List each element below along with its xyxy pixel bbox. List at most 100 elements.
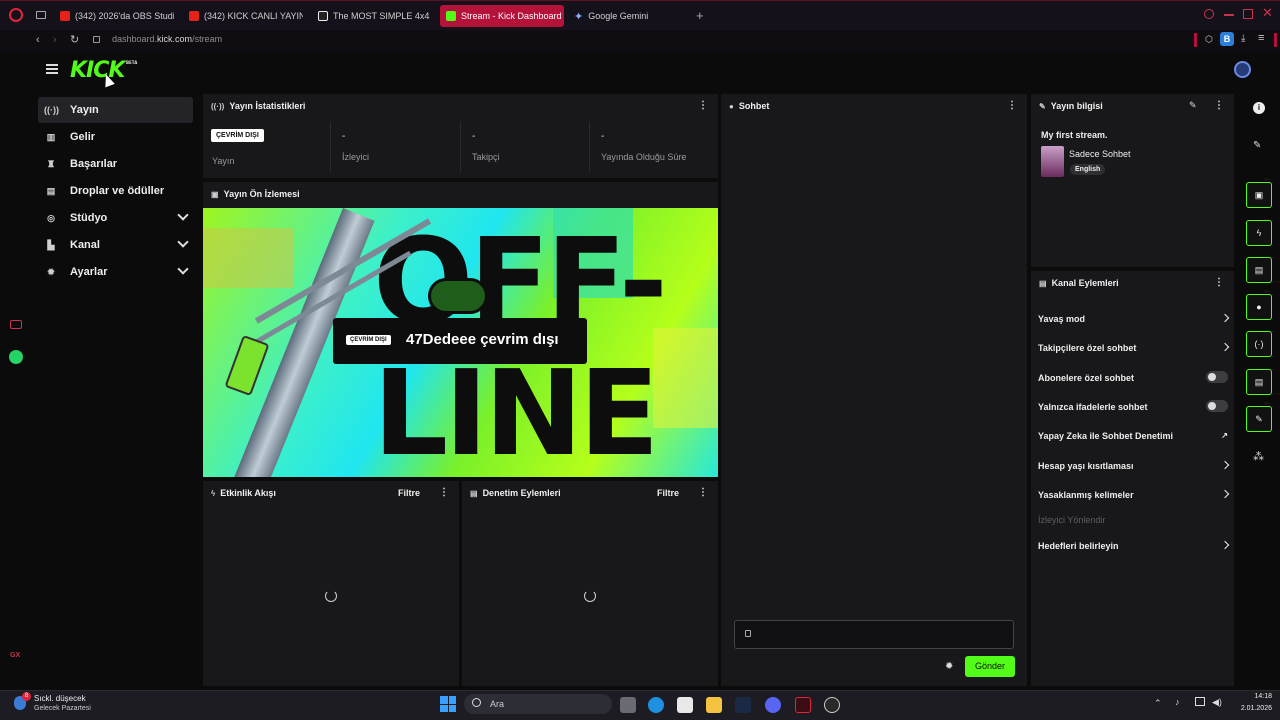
add-widget-icon[interactable]: ⁂ [1253,450,1264,463]
more-options-icon[interactable]: ⋮ [1214,101,1224,111]
activity-toggle-button[interactable]: ϟ [1246,220,1272,246]
sidebar-item-kanal[interactable]: ▙ Kanal [38,232,193,258]
user-avatar[interactable] [1234,61,1251,78]
task-view-icon[interactable] [620,697,636,713]
sidebar-item-yayin[interactable]: ((·)) Yayın [38,97,193,123]
back-icon[interactable]: ‹ [36,34,40,46]
send-button[interactable]: Gönder [965,656,1015,677]
stream-info-panel: ✎ Yayın bilgisi ✎ ⋮ My first stream. Sade… [1031,94,1234,267]
panel-title: Yayın bilgisi [1050,101,1103,111]
profile-avatar[interactable]: B [1220,32,1234,46]
offline-message: 47Dedeee çevrim dışı [406,331,559,348]
clock-date[interactable]: 2.01.2026 [1222,705,1272,712]
filter-button[interactable]: Filtre [398,488,420,498]
banned-words-item[interactable]: Yasaklanmış kelimeler [1038,489,1230,500]
extensions-icon[interactable]: ⬡ [1205,34,1213,45]
menu-icon[interactable]: ≡ [1258,32,1264,44]
offline-preview: OFF- LINE ÇEVRİM DIŞI 47Dedeee çevrim dı… [203,208,718,477]
taskbar-search[interactable]: Ara [464,694,612,714]
search-placeholder: Ara [490,699,505,709]
tab-tiktok[interactable]: The MOST SIMPLE 4x4 B [312,5,432,27]
goals-item[interactable]: Hedefleri belirleyin [1038,540,1230,551]
clock-time[interactable]: 14:18 [1232,693,1272,700]
subscribers-only-toggle[interactable] [1206,371,1228,383]
new-tab-icon[interactable]: + [696,8,704,23]
search-tabs-icon[interactable] [1204,9,1214,19]
stream-info-toggle-button[interactable]: ✎ [1246,406,1272,432]
stats-toggle-button[interactable]: (·) [1246,331,1272,357]
tab-google-gemini[interactable]: ✦ Google Gemini [568,5,688,27]
sidebar-item-basarilar[interactable]: ♜ Başarılar [38,151,193,177]
tray-chevron-icon[interactable]: ⌃ [1154,698,1162,709]
tab-kick-canli-yayin[interactable]: (342) KICK CANLI YAYIN [183,5,303,27]
sidebar-item-studyo[interactable]: ◎ Stüdyo [38,205,193,231]
address-bar: ‹ › ↻ dashboard.kick.com/stream ⬡ B ⤓ ≡ [0,30,1280,52]
file-explorer-icon[interactable] [706,697,722,713]
reload-icon[interactable]: ↻ [70,33,79,46]
chat-settings-icon[interactable]: ✹ [945,661,953,672]
edge-icon[interactable] [648,697,664,713]
obs-icon[interactable] [824,697,840,713]
twitch-icon[interactable] [10,320,22,329]
kick-logo[interactable]: KICK BETA [70,58,137,83]
gx-icon[interactable]: GX [10,652,20,659]
stream-category[interactable]: Sadece Sohbet [1069,149,1131,159]
more-options-icon[interactable]: ⋮ [698,488,708,498]
forward-icon[interactable]: › [53,34,57,46]
tab-obs-studio[interactable]: (342) 2026'da OBS Studio [54,5,174,27]
steam-icon[interactable] [735,697,751,713]
windows-start-icon[interactable] [440,696,456,712]
search-icon [472,698,481,707]
minimize-icon[interactable] [1224,14,1234,16]
opera-gx-icon[interactable] [795,697,811,713]
tab-kick-dashboard[interactable]: Stream - Kick Dashboard [440,5,564,27]
moderation-actions-panel: ▤ Denetim Eylemleri Filtre ⋮ [462,481,718,686]
download-icon[interactable]: ⤓ [1241,33,1245,44]
discord-icon[interactable] [765,697,781,713]
offline-badge: ÇEVRİM DIŞI [346,335,391,345]
chevron-down-icon [177,263,189,275]
info-icon[interactable]: i [1253,102,1265,114]
divider [589,122,590,172]
weather-badge: 8 [22,692,31,701]
activity-feed-panel: ϟ Etkinlik Akışı Filtre ⋮ [203,481,459,686]
opera-logo-icon[interactable] [9,8,23,22]
moderation-toggle-button[interactable]: ▤ [1246,257,1272,283]
sidebar-item-droplar[interactable]: ▤ Droplar ve ödüller [38,178,193,204]
display-icon[interactable] [1195,697,1205,706]
edit-icon[interactable]: ✎ [1189,100,1197,111]
channel-icon: ▙ [47,239,55,250]
edit-icon[interactable]: ✎ [1253,140,1261,151]
trophy-icon: ♜ [46,158,56,169]
followers-only-item[interactable]: Takipçilere özel sohbet [1038,342,1230,353]
filter-button[interactable]: Filtre [657,488,679,498]
hamburger-menu-icon[interactable] [46,64,58,74]
volume-icon[interactable]: ◀) [1212,697,1222,708]
more-options-icon[interactable]: ⋮ [698,101,708,111]
url-field[interactable]: dashboard.kick.com/stream [112,34,222,44]
stream-icon: (·) [1254,339,1264,349]
maximize-icon[interactable] [1243,9,1253,19]
store-icon[interactable] [677,697,693,713]
sidebar-item-ayarlar[interactable]: ✹ Ayarlar [38,259,193,285]
lightning-icon: ϟ [1256,228,1262,238]
preview-toggle-button[interactable]: ▣ [1246,182,1272,208]
kick-icon [446,11,456,21]
youtube-icon [189,11,199,21]
ai-moderation-item[interactable]: Yapay Zeka ile Sohbet Denetimi ↗ [1038,431,1228,441]
more-options-icon[interactable]: ⋮ [1007,101,1017,111]
channel-actions-toggle-button[interactable]: ▤ [1246,369,1272,395]
youtube-icon [60,11,70,21]
slow-mode-item[interactable]: Yavaş mod [1038,313,1230,324]
more-options-icon[interactable]: ⋮ [1214,278,1224,288]
more-options-icon[interactable]: ⋮ [439,488,449,498]
microphone-icon[interactable]: ♪ [1175,697,1180,707]
chat-input[interactable] [734,620,1014,649]
emotes-only-toggle[interactable] [1206,400,1228,412]
chat-toggle-button[interactable]: ● [1246,294,1272,320]
age-restriction-item[interactable]: Hesap yaşı kısıtlaması [1038,460,1230,471]
workspaces-icon[interactable] [36,11,46,19]
whatsapp-icon[interactable] [9,350,23,364]
close-window-icon[interactable]: ✕ [1262,5,1273,21]
sidebar-item-gelir[interactable]: ▥ Gelir [38,124,193,150]
